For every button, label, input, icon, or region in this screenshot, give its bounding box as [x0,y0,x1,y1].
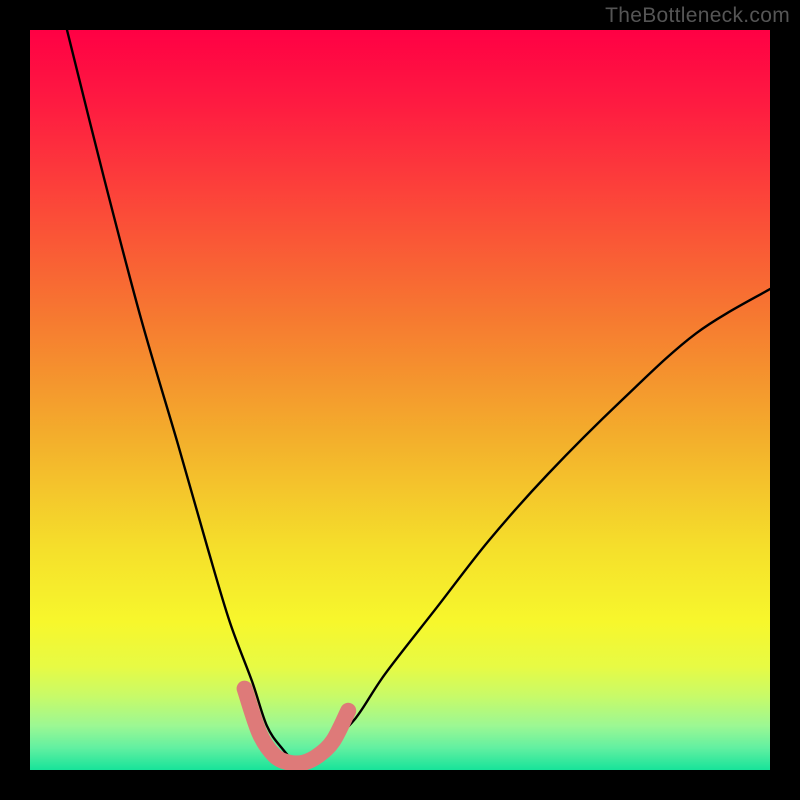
chart-frame: TheBottleneck.com [0,0,800,800]
watermark-text: TheBottleneck.com [605,4,790,28]
bottleneck-chart [0,0,800,800]
gradient-background [30,30,770,770]
